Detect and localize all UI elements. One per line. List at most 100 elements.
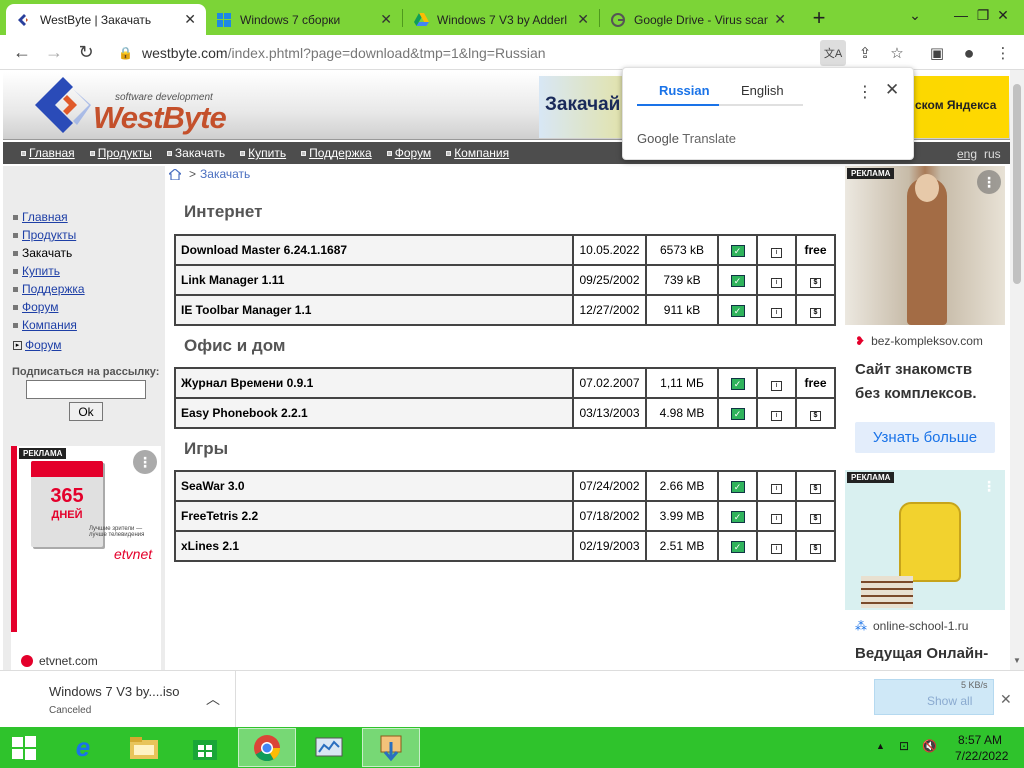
sidebar-item-products[interactable]: Продукты <box>13 226 85 244</box>
ad-options-kebab-icon[interactable]: ⋮ <box>977 474 1001 498</box>
sidebar-item-support[interactable]: Поддержка <box>13 280 85 298</box>
product-name[interactable]: FreeTetris 2.2 <box>174 500 574 532</box>
buy-icon[interactable]: $ <box>810 410 821 421</box>
nav-item-products[interactable]: Продукты <box>89 146 152 160</box>
download-item[interactable]: Windows 7 V3 by....iso Canceled ︿ <box>0 671 236 727</box>
start-button[interactable] <box>0 728 48 767</box>
new-tab-button[interactable]: + <box>804 3 834 33</box>
show-hidden-icons-chevron-icon[interactable]: ▲ <box>876 741 885 751</box>
nav-item-home[interactable]: Главная <box>21 146 75 160</box>
download-icon[interactable]: ✓ <box>730 245 745 257</box>
profile-avatar-icon[interactable]: ● <box>956 40 982 66</box>
lang-rus-link[interactable]: rus <box>984 147 1001 161</box>
translate-icon[interactable]: 文A <box>820 40 846 66</box>
ad-online-school[interactable]: РЕКЛАМА ⋮ ⁂ online-school-1.ru Ведущая Он… <box>845 470 1005 670</box>
clock-date[interactable]: 7/22/2022 <box>955 749 1008 763</box>
translate-close-icon[interactable]: ✕ <box>885 80 899 100</box>
info-icon[interactable]: i <box>771 277 782 288</box>
forum-link[interactable]: ▸ Форум <box>13 338 61 352</box>
windows-store-icon[interactable] <box>176 728 234 767</box>
lock-icon[interactable]: 🔒 <box>118 46 133 60</box>
tab-windows-7-builds[interactable]: Windows 7 сборки ✕ <box>206 4 402 35</box>
info-icon[interactable]: i <box>771 410 782 421</box>
volume-muted-icon[interactable]: 🔇 <box>922 739 937 753</box>
info-icon[interactable]: i <box>771 380 782 391</box>
product-name[interactable]: SeaWar 3.0 <box>174 470 574 502</box>
close-tab-icon[interactable]: ✕ <box>577 11 589 28</box>
chevron-up-icon[interactable]: ︿ <box>206 689 220 709</box>
home-icon[interactable] <box>169 168 181 180</box>
file-explorer-icon[interactable] <box>115 728 173 767</box>
menu-kebab-icon[interactable]: ⋮ <box>990 40 1016 66</box>
download-icon[interactable]: ✓ <box>730 541 745 553</box>
scrollbar-thumb[interactable] <box>1013 84 1021 284</box>
close-tab-icon[interactable]: ✕ <box>774 11 786 28</box>
download-icon[interactable]: ✓ <box>730 305 745 317</box>
clock-time[interactable]: 8:57 AM <box>958 733 1002 747</box>
download-icon[interactable]: ✓ <box>730 275 745 287</box>
nav-item-buy[interactable]: Купить <box>240 146 286 160</box>
sidebar-item-company[interactable]: Компания <box>13 316 85 334</box>
westbyte-logo-icon[interactable] <box>33 75 93 135</box>
subscribe-email-input[interactable] <box>26 380 146 399</box>
product-name[interactable]: Download Master 6.24.1.1687 <box>174 234 574 266</box>
product-name[interactable]: Easy Phonebook 2.2.1 <box>174 397 574 429</box>
sidebar-item-home[interactable]: Главная <box>13 208 85 226</box>
download-icon[interactable]: ✓ <box>730 511 745 523</box>
download-icon[interactable]: ✓ <box>730 378 745 390</box>
buy-icon[interactable]: $ <box>810 307 821 318</box>
close-tab-icon[interactable]: ✕ <box>380 11 392 28</box>
info-icon[interactable]: i <box>771 307 782 318</box>
side-panel-icon[interactable]: ▣ <box>924 40 950 66</box>
close-tab-icon[interactable]: ✕ <box>184 11 196 28</box>
bookmark-star-icon[interactable]: ☆ <box>884 40 910 66</box>
buy-icon[interactable]: $ <box>810 543 821 554</box>
product-name[interactable]: Link Manager 1.11 <box>174 264 574 296</box>
subscribe-ok-button[interactable]: Ok <box>69 402 103 421</box>
tab-windows-7-v3[interactable]: Windows 7 V3 by Adderl ✕ <box>403 4 599 35</box>
scroll-down-arrow-icon[interactable]: ▼ <box>1013 656 1021 665</box>
buy-icon[interactable]: $ <box>810 277 821 288</box>
reload-button[interactable]: ↻ <box>70 36 102 68</box>
tab-westbyte[interactable]: WestByte | Закачать ✕ <box>6 4 206 35</box>
sidebar-item-forum[interactable]: Форум <box>13 298 85 316</box>
performance-monitor-icon[interactable] <box>300 728 358 767</box>
download-icon[interactable]: ✓ <box>730 481 745 493</box>
show-all-button[interactable]: 5 KB/s Show all <box>874 679 994 715</box>
product-name[interactable]: Журнал Времени 0.9.1 <box>174 367 574 399</box>
download-manager-icon[interactable] <box>362 728 420 767</box>
info-icon[interactable]: i <box>771 513 782 524</box>
nav-item-support[interactable]: Поддержка <box>301 146 372 160</box>
translate-options-kebab-icon[interactable]: ⋮ <box>857 82 873 102</box>
back-button[interactable]: ← <box>6 36 38 68</box>
tab-google-drive-virus-scan[interactable]: Google Drive - Virus scan ✕ <box>600 4 796 35</box>
internet-explorer-icon[interactable]: e <box>54 728 112 767</box>
nav-item-download[interactable]: Закачать <box>166 146 225 160</box>
url-field[interactable]: 🔒 westbyte.com/index.phtml?page=download… <box>106 38 862 67</box>
tab-search-chevron-icon[interactable]: ⌄ <box>892 0 938 30</box>
ad-etvnet[interactable]: РЕКЛАМА 365 ДНЕЙ Лучшие зрители — лучше … <box>11 446 161 670</box>
close-download-shelf-icon[interactable]: ✕ <box>1000 691 1012 708</box>
page-scrollbar[interactable]: ▼ <box>1010 70 1024 670</box>
translate-tab-russian[interactable]: Russian <box>659 83 710 98</box>
info-icon[interactable]: i <box>771 247 782 258</box>
forward-button[interactable]: → <box>38 36 70 68</box>
ad-learn-more-button[interactable]: Узнать больше <box>855 422 995 453</box>
lang-eng-link[interactable]: eng <box>957 147 977 161</box>
nav-item-forum[interactable]: Форум <box>386 146 431 160</box>
sidebar-item-buy[interactable]: Купить <box>13 262 85 280</box>
download-icon[interactable]: ✓ <box>730 408 745 420</box>
chrome-icon[interactable] <box>238 728 296 767</box>
info-icon[interactable]: i <box>771 483 782 494</box>
info-icon[interactable]: i <box>771 543 782 554</box>
network-icon[interactable]: ⊡ <box>899 739 909 753</box>
ad-dating[interactable]: РЕКЛАМА ⋮ ❥ bez-kompleksov.com Сайт знако… <box>845 166 1005 466</box>
product-name[interactable]: IE Toolbar Manager 1.1 <box>174 294 574 326</box>
ad-options-kebab-icon[interactable]: ⋮ <box>133 450 157 474</box>
share-icon[interactable]: ⇪ <box>852 40 878 66</box>
nav-item-company[interactable]: Компания <box>446 146 509 160</box>
close-window-button[interactable]: ✕ <box>982 0 1024 30</box>
buy-icon[interactable]: $ <box>810 483 821 494</box>
ad-options-kebab-icon[interactable]: ⋮ <box>977 170 1001 194</box>
product-name[interactable]: xLines 2.1 <box>174 530 574 562</box>
